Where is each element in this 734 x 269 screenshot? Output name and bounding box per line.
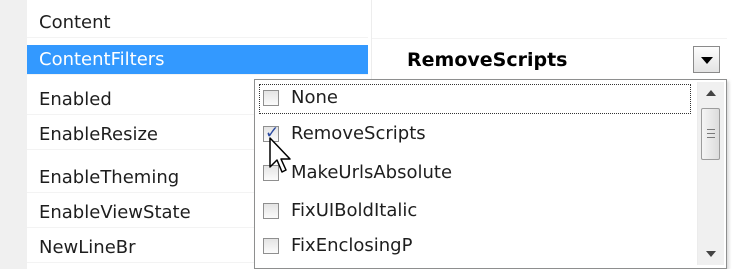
option-label: None — [291, 87, 338, 108]
option-label: FixUIBoldItalic — [291, 200, 418, 221]
checkbox[interactable] — [263, 238, 279, 254]
option-fixenclosingp[interactable]: FixEnclosingP — [259, 232, 691, 262]
property-name: Enabled — [39, 89, 112, 110]
chevron-down-icon — [701, 57, 713, 64]
option-label: RemoveScripts — [291, 123, 426, 144]
content-filters-dropdown[interactable]: None ✓ RemoveScripts MakeUrlsAbsolute Fi… — [254, 79, 727, 269]
checkbox[interactable] — [263, 203, 279, 219]
property-name: NewLineBr — [39, 237, 136, 258]
dropdown-button[interactable] — [693, 46, 720, 73]
option-makeurlsabsolute[interactable]: MakeUrlsAbsolute — [259, 159, 691, 189]
mouse-pointer-icon — [269, 137, 291, 173]
property-row-content[interactable]: Content — [27, 8, 727, 39]
scroll-down-button[interactable] — [698, 243, 724, 265]
property-name: EnableResize — [39, 124, 158, 145]
option-removescripts[interactable]: ✓ RemoveScripts — [259, 120, 691, 150]
property-name: EnableTheming — [39, 167, 180, 188]
option-label: MakeUrlsAbsolute — [291, 162, 453, 183]
scroll-thumb[interactable] — [701, 108, 720, 160]
arrow-down-icon — [706, 251, 716, 257]
scroll-up-button[interactable] — [698, 82, 724, 104]
arrow-up-icon — [706, 90, 716, 96]
option-label: FixEnclosingP — [291, 235, 413, 256]
property-value-editor[interactable]: RemoveScripts — [372, 45, 734, 75]
option-fixuibolditalic[interactable]: FixUIBoldItalic — [259, 197, 691, 227]
property-name: Content — [39, 12, 111, 33]
grid-gutter — [0, 0, 27, 269]
property-row-contentfilters[interactable]: ContentFilters RemoveScripts — [27, 45, 727, 75]
property-name: EnableViewState — [39, 202, 191, 223]
checkbox[interactable] — [263, 90, 279, 106]
option-none[interactable]: None — [259, 84, 691, 114]
property-name: ContentFilters — [39, 49, 165, 70]
selected-value: RemoveScripts — [407, 49, 568, 71]
vertical-scrollbar[interactable] — [697, 82, 724, 265]
property-value — [372, 8, 727, 39]
